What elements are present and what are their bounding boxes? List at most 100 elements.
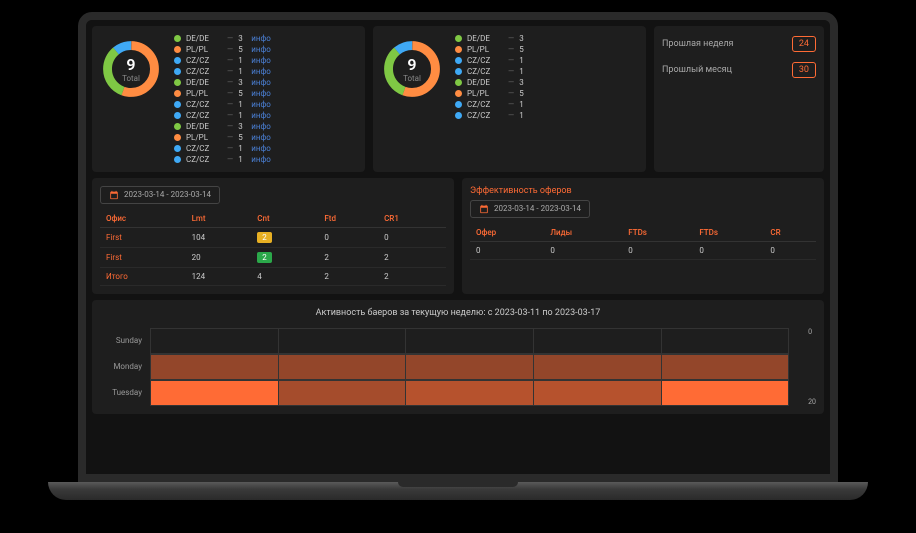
heatmap-cell[interactable]	[279, 381, 407, 405]
legend-value: 5	[238, 45, 246, 54]
legend-dot	[174, 35, 181, 42]
legend-item: PL/PL — 5 инфо	[174, 133, 357, 142]
heatmap-cell[interactable]	[279, 329, 407, 353]
stat-badge: 30	[792, 62, 816, 78]
legend-item: PL/PL — 5	[455, 89, 638, 98]
legend-dot	[455, 46, 462, 53]
heatmap-day-label: Tuesday	[100, 388, 150, 397]
table-total-row: Итого 124 4 2 2	[100, 267, 446, 285]
date-picker[interactable]: 2023-03-14 - 2023-03-14	[100, 186, 220, 204]
heatmap-cell[interactable]	[151, 355, 279, 379]
legend-value: 1	[519, 111, 527, 120]
offers-title: Эффективность оферов	[470, 186, 816, 196]
heatmap-cell[interactable]	[151, 381, 279, 405]
legend-item: DE/DE — 3 инфо	[174, 122, 357, 131]
legend-value: 3	[519, 34, 527, 43]
table-header: CR1	[378, 210, 446, 228]
heatmap-cell[interactable]	[534, 355, 662, 379]
donut-chart-2: 9 Total	[381, 34, 443, 164]
legend-item: CZ/CZ — 1 инфо	[174, 56, 357, 65]
legend-item: CZ/CZ — 1 инфо	[174, 155, 357, 164]
legend-label: CZ/CZ	[186, 56, 222, 65]
date-picker[interactable]: 2023-03-14 - 2023-03-14	[470, 200, 590, 218]
info-link[interactable]: инфо	[251, 56, 271, 65]
legend-label: DE/DE	[186, 34, 222, 43]
info-link[interactable]: инфо	[251, 89, 271, 98]
info-link[interactable]: инфо	[251, 78, 271, 87]
date-range-text: 2023-03-14 - 2023-03-14	[494, 204, 581, 213]
donut-1-label: Total	[122, 74, 140, 83]
info-link[interactable]: инфо	[251, 155, 271, 164]
laptop-base	[48, 482, 868, 500]
legend-label: CZ/CZ	[186, 111, 222, 120]
mid-row: 2023-03-14 - 2023-03-14 ОфисLmtCntFtdCR1…	[86, 178, 830, 300]
date-range-text: 2023-03-14 - 2023-03-14	[124, 190, 211, 199]
scale-max: 20	[808, 398, 816, 406]
legend-dot	[455, 68, 462, 75]
cell: 0	[378, 227, 446, 247]
legend-label: DE/DE	[186, 78, 222, 87]
legend-label: CZ/CZ	[186, 144, 222, 153]
legend-dot	[455, 101, 462, 108]
top-row: 9 Total DE/DE — 3 инфо PL/PL — 5 инфо CZ…	[86, 20, 830, 178]
legend-label: DE/DE	[467, 78, 503, 87]
info-link[interactable]: инфо	[251, 45, 271, 54]
heatmap-title: Активность баеров за текущую неделю: с 2…	[100, 308, 816, 318]
legend-value: 1	[519, 56, 527, 65]
table-header: FTDs	[622, 224, 693, 242]
info-link[interactable]: инфо	[251, 122, 271, 131]
table-header: CR	[764, 224, 816, 242]
heatmap-scale: 0 20	[797, 328, 816, 406]
heatmap-cell[interactable]	[534, 381, 662, 405]
info-link[interactable]: инфо	[251, 67, 271, 76]
heatmap-day-label: Monday	[100, 362, 150, 371]
heatmap-cell[interactable]	[662, 381, 789, 405]
legend-value: 5	[519, 89, 527, 98]
heatmap-cell[interactable]	[406, 381, 534, 405]
info-link[interactable]: инфо	[251, 100, 271, 109]
heatmap-cell[interactable]	[279, 355, 407, 379]
legend-dot	[174, 112, 181, 119]
legend-dot	[455, 57, 462, 64]
heatmap-cell[interactable]	[406, 355, 534, 379]
cell: 0	[318, 227, 378, 247]
info-link[interactable]: инфо	[251, 111, 271, 120]
heatmap-panel: Активность баеров за текущую неделю: с 2…	[92, 300, 824, 414]
legend-dot	[174, 57, 181, 64]
offers-table: ОферЛидыFTDsFTDsCR 00000	[470, 224, 816, 260]
legend-item: PL/PL — 5 инфо	[174, 89, 357, 98]
heatmap-cell[interactable]	[151, 329, 279, 353]
info-link[interactable]: инфо	[251, 34, 271, 43]
scale-min: 0	[808, 328, 816, 336]
heatmap-cell[interactable]	[662, 355, 789, 379]
stat-badge: 24	[792, 36, 816, 52]
heatmap-cell[interactable]	[406, 329, 534, 353]
heatmap-row: Monday	[100, 354, 789, 380]
legend-label: DE/DE	[186, 122, 222, 131]
offers-table-panel: Эффективность оферов 2023-03-14 - 2023-0…	[462, 178, 824, 294]
heatmap-cell[interactable]	[534, 329, 662, 353]
legend-dot	[455, 79, 462, 86]
info-link[interactable]: инфо	[251, 133, 271, 142]
heatmap-cell[interactable]	[662, 329, 789, 353]
legend-item: DE/DE — 3 инфо	[174, 78, 357, 87]
table-row[interactable]: 00000	[470, 241, 816, 259]
legend-item: CZ/CZ — 1	[455, 67, 638, 76]
heatmap-row: Sunday	[100, 328, 789, 354]
legend-label: DE/DE	[467, 34, 503, 43]
total-label: Итого	[100, 267, 186, 285]
cell: 20	[186, 247, 252, 267]
legend-dot	[174, 79, 181, 86]
table-row[interactable]: First 20 2 2 2	[100, 247, 446, 267]
table-row[interactable]: First 104 2 0 0	[100, 227, 446, 247]
legend-dot	[174, 145, 181, 152]
cell: 104	[186, 227, 252, 247]
legend-value: 1	[238, 155, 246, 164]
count-badge: 2	[257, 232, 272, 243]
info-link[interactable]: инфо	[251, 144, 271, 153]
legend-dot	[174, 68, 181, 75]
legend-label: CZ/CZ	[467, 111, 503, 120]
table-header: FTDs	[693, 224, 764, 242]
legend-value: 3	[238, 34, 246, 43]
legend-label: CZ/CZ	[467, 67, 503, 76]
